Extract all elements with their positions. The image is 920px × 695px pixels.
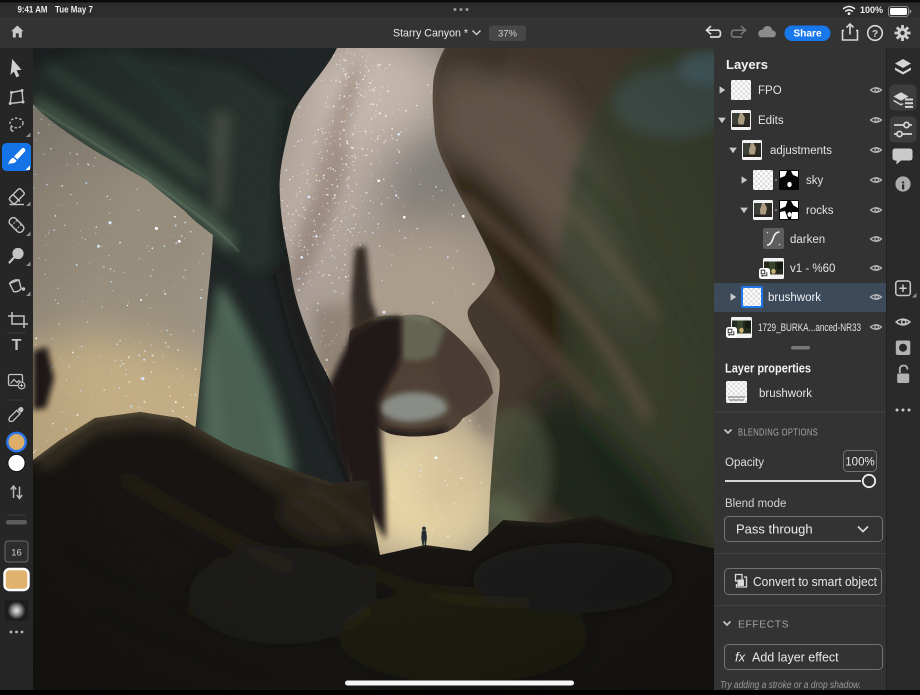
- svg-text:Share: Share: [793, 29, 822, 40]
- svg-text:v1 - %60: v1 - %60: [790, 263, 835, 275]
- svg-text:Starry Canyon *: Starry Canyon *: [393, 28, 469, 40]
- svg-text:16: 16: [11, 548, 22, 559]
- svg-text:Pass through: Pass through: [736, 522, 813, 537]
- svg-text:Add layer effect: Add layer effect: [752, 651, 839, 665]
- svg-text:Opacity: Opacity: [725, 457, 764, 469]
- svg-text:T: T: [12, 337, 22, 354]
- svg-text:Blend mode: Blend mode: [725, 498, 786, 510]
- svg-text:?: ?: [872, 29, 878, 40]
- svg-text:Convert to smart object: Convert to smart object: [753, 575, 878, 589]
- svg-text:FPO: FPO: [758, 85, 782, 97]
- svg-text:rocks: rocks: [806, 205, 834, 217]
- svg-text:Edits: Edits: [758, 115, 784, 127]
- svg-text:darken: darken: [790, 234, 825, 246]
- svg-text:EFFECTS: EFFECTS: [738, 620, 789, 631]
- svg-text:100%: 100%: [860, 5, 883, 15]
- svg-text:fx: fx: [735, 650, 746, 665]
- svg-text:brushwork: brushwork: [759, 388, 812, 400]
- svg-text:sky: sky: [806, 175, 824, 187]
- svg-text:1729_BURKA...anced-NR33: 1729_BURKA...anced-NR33: [758, 322, 861, 334]
- svg-text:Tue May 7: Tue May 7: [55, 5, 93, 15]
- svg-text:Layer properties: Layer properties: [725, 361, 811, 376]
- svg-text:Layers: Layers: [726, 57, 768, 72]
- svg-text:37%: 37%: [498, 28, 518, 39]
- svg-text:9:41 AM: 9:41 AM: [18, 5, 48, 15]
- svg-text:100%: 100%: [845, 457, 874, 469]
- svg-text:brushwork: brushwork: [768, 292, 821, 304]
- svg-text:Try adding a stroke or a drop: Try adding a stroke or a drop shadow.: [720, 680, 861, 690]
- svg-text:adjustments: adjustments: [770, 145, 832, 157]
- svg-text:BLENDING OPTIONS: BLENDING OPTIONS: [738, 428, 818, 439]
